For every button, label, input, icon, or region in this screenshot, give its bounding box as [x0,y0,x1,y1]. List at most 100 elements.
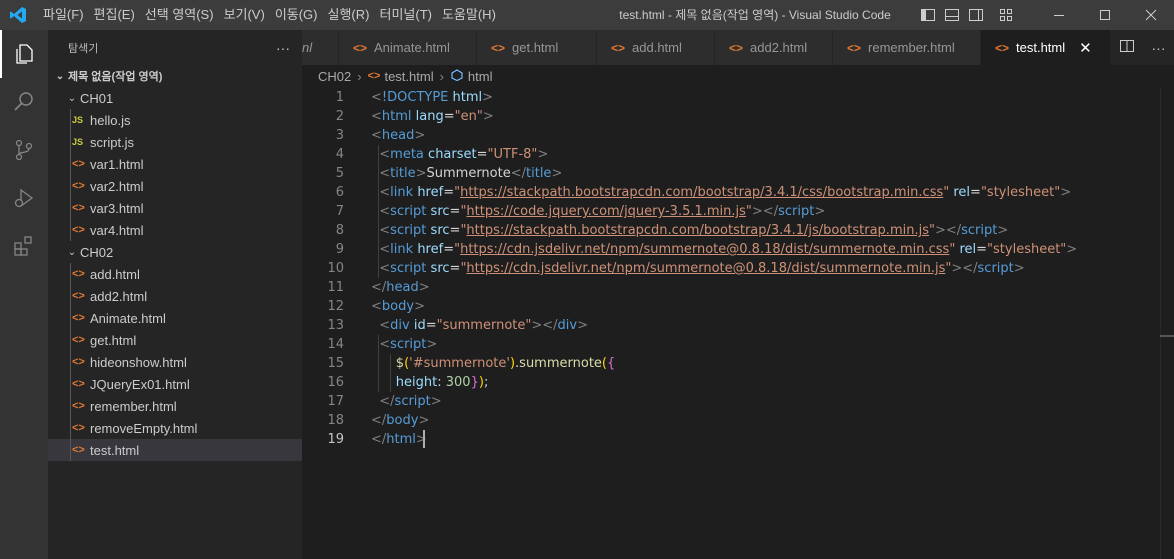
code-token: href [417,242,444,257]
breadcrumb-file[interactable]: test.html [384,69,433,84]
code-token: rel [959,242,977,257]
code-text: <script src="https://stackpath.bootstrap… [371,221,1008,240]
tab[interactable]: <> remember.html [833,30,981,65]
code-line: 14 <script> [302,335,1162,354]
indent-guide [70,307,71,329]
toggle-secondary-sidebar-icon[interactable] [964,0,988,30]
breadcrumb: CH02 › <> test.html › html [302,65,1174,87]
file-item[interactable]: <> var4.html [48,219,302,241]
tab[interactable]: <> Animate.html [339,30,477,65]
chevron-down-icon: ⌄ [55,70,65,82]
html-file-icon: <> [72,444,85,456]
code-token: = [443,185,455,200]
code-token: rel [953,185,971,200]
code-token: summernote [519,356,602,371]
tree-label: var3.html [90,200,144,216]
code-token: script [778,204,815,219]
code-editor[interactable]: 1 <!DOCTYPE html> 2 <html lang="en"> 3 <head>… [302,87,1174,559]
workspace-root[interactable]: ⌄ 제목 없음(작업 영역) [48,65,302,87]
close-window-icon[interactable] [1128,0,1174,30]
file-item[interactable]: <> Animate.html [48,307,302,329]
more-actions-icon[interactable]: ··· [276,40,290,56]
file-item[interactable]: <> JQueryEx01.html [48,373,302,395]
file-item[interactable]: <> var3.html [48,197,302,219]
code-text: </script> [371,392,441,411]
maximize-icon[interactable] [1082,0,1128,30]
menu-item[interactable]: 터미널(T) [374,0,436,30]
file-item[interactable]: <> removeEmpty.html [48,417,302,439]
code-token: Summernote [426,166,511,181]
tab[interactable]: nl [302,30,339,65]
code-line: 1 <!DOCTYPE html> [302,88,1162,107]
menu-item[interactable]: 이동(G) [270,0,323,30]
customize-layout-icon[interactable] [994,0,1018,30]
file-item[interactable]: <> get.html [48,329,302,351]
line-number: 9 [335,242,344,257]
tree-label: removeEmpty.html [90,420,198,436]
more-actions-icon[interactable]: ··· [1152,40,1166,56]
menu-item[interactable]: 보기(V) [219,0,270,30]
tree-label: add2.html [90,288,148,304]
code-line: 12 <body> [302,297,1162,316]
code-token: > [814,204,826,219]
html-file-icon: <> [611,40,626,55]
code-text: <html lang="en"> [371,107,494,126]
minimize-icon[interactable] [1036,0,1082,30]
explorer-title: 탐색기 [68,42,99,55]
menu-item[interactable]: 편집(E) [89,0,140,30]
code-token: </ [371,432,387,447]
search-icon[interactable] [0,78,48,126]
menu-item[interactable]: 실행(R) [323,0,375,30]
code-token: title [526,166,552,181]
folder-ch01[interactable]: ⌄ CH01 [48,87,302,109]
toggle-panel-icon[interactable] [940,0,964,30]
extensions-icon[interactable] [0,222,48,270]
source-control-icon[interactable] [0,126,48,174]
code-line: 6 <link href="https://stackpath.bootstra… [302,183,1162,202]
menu-item[interactable]: 선택 영역(S) [140,0,219,30]
code-token: !DOCTYPE [381,90,449,105]
tab[interactable]: <> add.html [597,30,715,65]
run-debug-icon[interactable] [0,174,48,222]
code-text: <script src="https://cdn.jsdelivr.net/np… [371,259,1024,278]
file-item[interactable]: <> add2.html [48,285,302,307]
code-token: > [997,223,1009,238]
code-token: ></ [531,318,558,333]
file-item[interactable]: <> hideonshow.html [48,351,302,373]
code-token: src [430,223,450,238]
file-item[interactable]: <> remember.html [48,395,302,417]
folder-ch02[interactable]: ⌄ CH02 [48,241,302,263]
code-line: 17 </script> [302,392,1162,411]
split-editor-icon[interactable] [1119,38,1135,57]
html-file-icon: <> [72,158,85,170]
code-token: html [452,90,483,105]
indent-guide [70,153,71,175]
menu-item[interactable]: 파일(F) [38,0,89,30]
chevron-down-icon: ⌄ [67,92,77,104]
file-item[interactable]: <> var2.html [48,175,302,197]
file-item[interactable]: JS hello.js [48,109,302,131]
explorer-icon[interactable] [0,30,48,78]
line-number: 17 [327,394,344,409]
tree-label: var1.html [90,156,144,172]
close-tab-icon[interactable]: ✕ [1079,39,1092,57]
code-token: "summernote" [436,318,532,333]
code-token: </ [379,394,395,409]
file-item[interactable]: <> add.html [48,263,302,285]
editor-scrollbar[interactable] [1160,87,1174,559]
tab[interactable]: <> get.html [477,30,597,65]
html-file-icon: <> [72,334,85,346]
file-item[interactable]: <> var1.html [48,153,302,175]
tab-active[interactable]: <> test.html ✕ [981,30,1111,65]
file-item[interactable]: JS script.js [48,131,302,153]
tab[interactable]: <> add2.html [715,30,833,65]
menu-item[interactable]: 도움말(H) [437,0,501,30]
code-token: < [371,109,382,124]
breadcrumb-symbol[interactable]: html [468,69,493,84]
toggle-primary-sidebar-icon[interactable] [916,0,940,30]
file-item[interactable]: <> test.html [48,439,302,461]
code-token: script [394,394,431,409]
breadcrumb-folder[interactable]: CH02 [318,69,351,84]
code-token: "stylesheet" [980,185,1061,200]
